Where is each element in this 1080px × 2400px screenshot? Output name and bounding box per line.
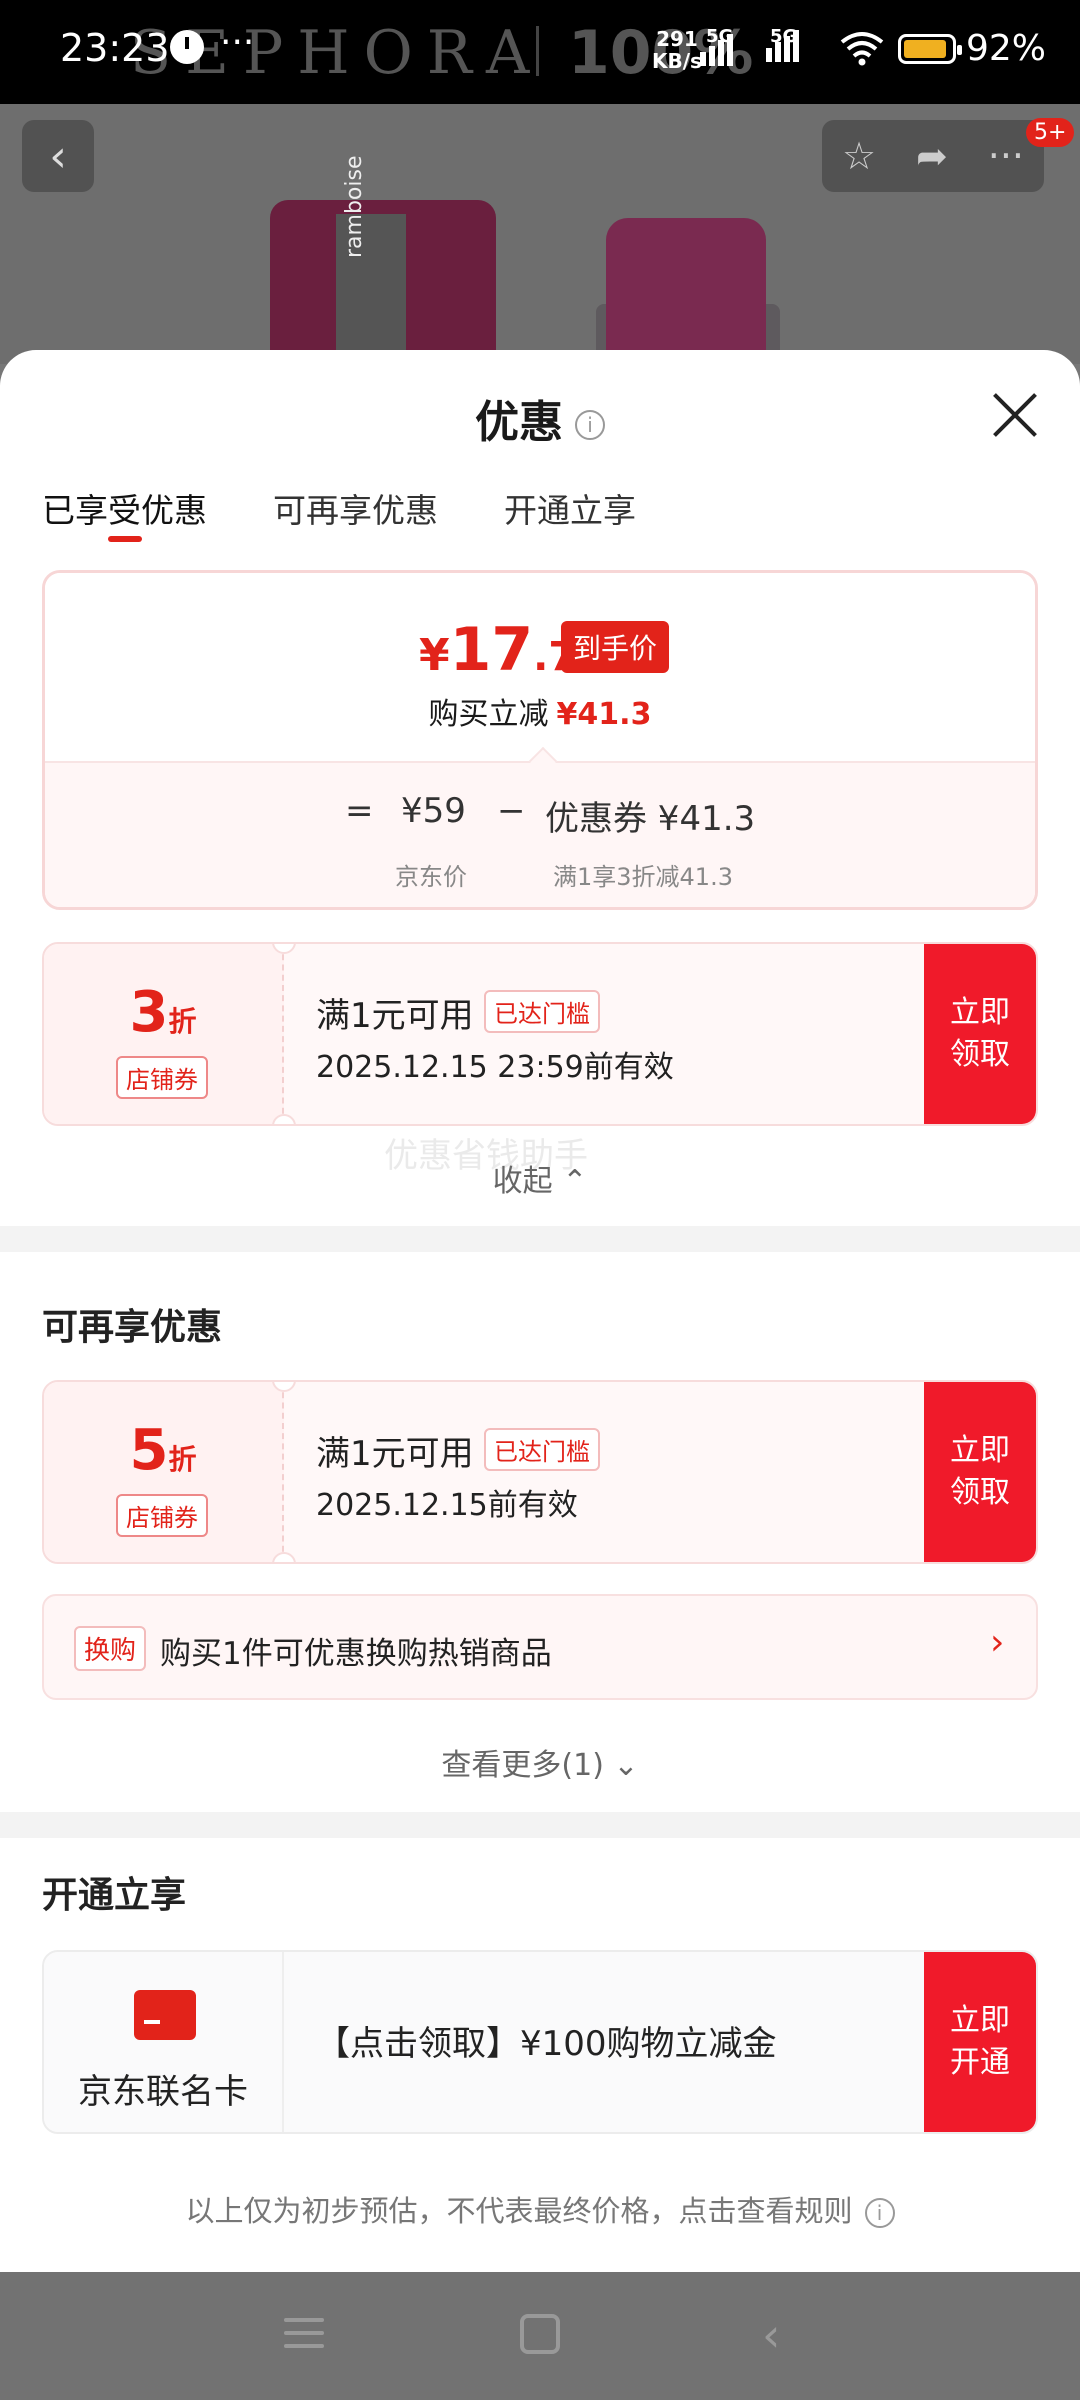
more-icon[interactable]: ··· xyxy=(988,134,1024,178)
card-offer: 京东联名卡 【点击领取】¥100购物立减金 立即 开通 xyxy=(42,1950,1038,2134)
more-discounts-title: 可再享优惠 xyxy=(42,1307,223,1348)
swap-tag: 换购 xyxy=(74,1626,147,1671)
info-icon: i xyxy=(864,2198,895,2228)
chevron-right-icon: › xyxy=(990,1622,1005,1663)
battery-icon xyxy=(898,34,962,64)
formula-minus: − xyxy=(497,791,526,831)
watermark-divider xyxy=(536,26,539,76)
signal-icon xyxy=(700,30,736,66)
jd-price-label: 京东价 xyxy=(395,863,467,891)
home-icon[interactable] xyxy=(520,2314,560,2354)
system-nav-bar: ‹ xyxy=(0,2272,1080,2400)
coupon-type: 店铺券 xyxy=(116,1494,208,1537)
product-image-area: ramboise ‹ ☆ ➦ ··· 5+ xyxy=(0,104,1080,364)
back-icon: ‹ xyxy=(49,130,67,182)
status-bar: SEPHORA 100% 23:23 ··· 291 KB/s 5G 5G 92… xyxy=(0,0,1080,104)
star-icon[interactable]: ☆ xyxy=(842,134,876,178)
coupon-condition: 满1元可用 xyxy=(316,996,474,1036)
sheet-title-text: 优惠 xyxy=(475,397,563,448)
price-summary-card: ¥17.7 到手价 购买立减 ¥41.3 = ¥59 − 优惠券 ¥41.3 京东… xyxy=(42,570,1038,910)
coupon-discount: 3折 xyxy=(129,980,197,1045)
final-price-badge: 到手价 xyxy=(561,621,670,673)
coupon-desc: 满1享3折减41.3 xyxy=(553,863,733,891)
sheet-title: 优惠 i xyxy=(0,386,1080,450)
nav-back-icon[interactable]: ‹ xyxy=(762,2308,780,2362)
speed-value: 291 xyxy=(656,27,698,51)
wifi-icon xyxy=(840,32,884,66)
coupon-validity: 2025.12.15 23:59前有效 xyxy=(316,1050,674,1085)
tab-enjoyed[interactable]: 已享受优惠 xyxy=(42,484,207,542)
claim-button[interactable]: 立即 领取 xyxy=(924,1382,1036,1562)
signal-icon-2 xyxy=(766,30,802,62)
final-price: ¥17.7 xyxy=(419,615,577,685)
coupon-card-enjoyed: 3折 店铺券 满1元可用 已达门槛 2025.12.15 23:59前有效 立即… xyxy=(42,942,1038,1126)
back-button[interactable]: ‹ xyxy=(22,120,94,192)
disclaimer[interactable]: 以上仅为初步预估，不代表最终价格，点击查看规则 i xyxy=(0,2188,1080,2230)
product-tube-2 xyxy=(606,218,766,364)
speed-unit: KB/s xyxy=(652,49,702,73)
threshold-badge: 已达门槛 xyxy=(484,990,600,1033)
coupon-card-more: 5折 店铺券 满1元可用 已达门槛 2025.12.15前有效 立即 领取 xyxy=(42,1380,1038,1564)
battery-percent: 92% xyxy=(966,28,1047,69)
tab-more-discounts[interactable]: 可再享优惠 xyxy=(273,484,438,532)
notification-dots: ··· xyxy=(220,22,255,63)
coupon-type: 店铺券 xyxy=(116,1056,208,1099)
card-name: 京东联名卡 xyxy=(78,2072,248,2112)
claim-button[interactable]: 立即 领取 xyxy=(924,944,1036,1124)
tab-bar: 已享受优惠 可再享优惠 开通立享 xyxy=(42,484,636,542)
share-icon[interactable]: ➦ xyxy=(916,134,948,178)
coupon-validity: 2025.12.15前有效 xyxy=(316,1488,578,1523)
coupon-condition: 满1元可用 xyxy=(316,1434,474,1474)
coupon-amount: 优惠券 ¥41.3 xyxy=(545,799,756,839)
reduce-amount: ¥41.3 xyxy=(556,697,652,732)
swap-text: 购买1件可优惠换购热销商品 xyxy=(160,1636,552,1672)
clock-time: 23:23 xyxy=(60,26,170,70)
cart-badge: 5+ xyxy=(1026,118,1075,147)
jd-price: ¥59 xyxy=(401,791,466,831)
info-icon[interactable]: i xyxy=(575,410,605,440)
swap-offer-row[interactable]: 换购 购买1件可优惠换购热销商品 › xyxy=(42,1594,1038,1700)
network-speed: 291 KB/s xyxy=(652,28,702,72)
menu-icon[interactable] xyxy=(284,2318,324,2348)
product-actions: ☆ ➦ ··· xyxy=(822,120,1044,192)
reduce-line: 购买立减 ¥41.3 xyxy=(428,697,652,732)
tab-open-enjoy[interactable]: 开通立享 xyxy=(504,484,636,532)
open-card-button[interactable]: 立即 开通 xyxy=(924,1952,1036,2132)
product-tube-text: ramboise xyxy=(342,155,367,259)
discount-sheet: 优惠 i 已享受优惠 可再享优惠 开通立享 ¥17.7 到手价 购买立减 ¥41.3… xyxy=(0,350,1080,2272)
card-offer-text: 【点击领取】¥100购物立减金 xyxy=(316,2024,777,2064)
coupon-discount: 5折 xyxy=(129,1418,197,1483)
open-enjoy-title: 开通立享 xyxy=(42,1875,187,1916)
see-more-button[interactable]: 查看更多(1) ⌄ xyxy=(0,1740,1080,1784)
threshold-badge: 已达门槛 xyxy=(484,1428,600,1471)
collapse-button[interactable]: 收起 ⌃ xyxy=(0,1156,1080,1200)
card-icon xyxy=(134,1990,196,2040)
formula-eq: = xyxy=(345,791,374,831)
alarm-icon xyxy=(170,30,204,64)
close-icon[interactable] xyxy=(990,390,1040,440)
